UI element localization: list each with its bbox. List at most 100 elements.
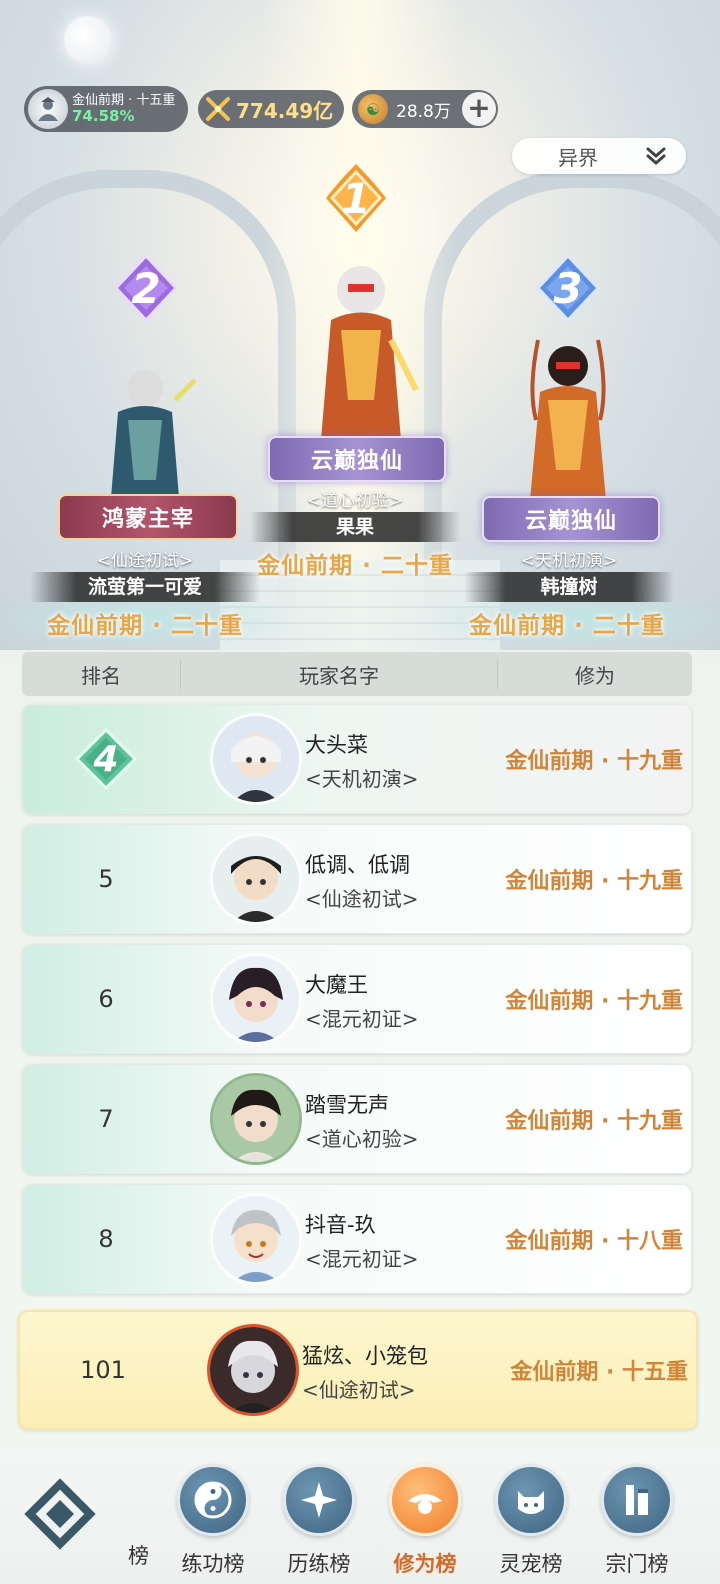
player-title: <天机初演> [305, 767, 419, 791]
rank-2-title-plate-text: 鸿蒙主宰 [101, 507, 194, 532]
rank-1-number: 1 [341, 173, 371, 223]
server-dropdown-value: 异界 [558, 145, 598, 170]
rank-2-level: 金仙前期 · 二十重 [47, 613, 243, 639]
rank-2-player-name[interactable]: 流萤第一可爱 [30, 572, 260, 602]
rank-1-level: 金仙前期 · 二十重 [257, 553, 453, 579]
rank-1-badge: 1 [320, 162, 392, 234]
rank-3-player-name[interactable]: 韩撞树 [464, 572, 674, 602]
rank-1-title-plate: 云巅独仙 [268, 436, 446, 482]
ranking-table-header: 排名 玩家名字 修为 [22, 652, 692, 696]
player-level: 金仙前期 · 十九重 [505, 749, 683, 774]
nav-icon-bg [283, 1464, 355, 1536]
currency-display: ☯ 28.8万 + [352, 90, 498, 128]
sect-banner-icon [626, 1485, 648, 1515]
pet-cat-icon [518, 1491, 544, 1514]
sage-hat-icon [408, 1494, 442, 1514]
player-level: 金仙前期 · 十五重 [510, 1360, 688, 1385]
tab-lianggong[interactable]: 练功榜 [163, 1460, 263, 1584]
tab-zongmen[interactable]: 宗门榜 [587, 1460, 687, 1584]
rank-2-title-tag: <仙途初试> [96, 551, 194, 571]
table-row[interactable]: 4 大头菜 <天机初演> 金仙前期 · 十九重 [22, 704, 692, 814]
rank-cell: 4 [23, 705, 189, 813]
rank-2-number: 2 [131, 263, 161, 313]
rank-2-character[interactable] [90, 360, 200, 510]
rank-1-character[interactable] [296, 250, 426, 440]
avatar[interactable] [213, 716, 299, 802]
rank-3-title-tag: <天机初演> [520, 551, 618, 571]
nav-label: 灵宠榜 [499, 1552, 563, 1576]
realm-progress: 74.58% [72, 106, 135, 125]
tab-xiuwei[interactable]: 修为榜 [375, 1460, 475, 1584]
rank-4-badge: 4 [74, 727, 138, 791]
rank-2-title-plate: 鸿蒙主宰 [58, 494, 238, 540]
avatar[interactable] [213, 836, 299, 922]
rank-cell: 101 [80, 1356, 126, 1384]
rank-3-level: 金仙前期 · 二十重 [469, 613, 665, 639]
spirit-coin-icon: ☯ [358, 94, 388, 124]
add-currency-button[interactable]: + [462, 92, 496, 126]
power-value: 774.49亿 [236, 98, 334, 123]
rank-column-header: 排名 [22, 659, 181, 689]
server-dropdown[interactable]: 异界 [512, 138, 686, 174]
avatar[interactable] [213, 1196, 299, 1282]
nav-partial-label[interactable]: 榜 [128, 1540, 149, 1570]
tab-lilian[interactable]: 历练榜 [269, 1460, 369, 1584]
power-display: 774.49亿 [198, 90, 344, 128]
currency-value: 28.8万 [396, 101, 451, 122]
lattice-home-icon [24, 1478, 96, 1550]
yin-yang-icon [194, 1481, 232, 1519]
rank-cell: 5 [98, 865, 114, 893]
player-level: 金仙前期 · 十九重 [505, 869, 683, 894]
compass-star-icon [301, 1482, 337, 1518]
player-title: <仙途初试> [302, 1378, 416, 1402]
rank-3-title-plate: 云巅独仙 [482, 496, 660, 542]
player-level: 金仙前期 · 十九重 [505, 989, 683, 1014]
realm-name: 金仙前期 · 十五重 [72, 92, 176, 108]
table-row[interactable]: 5 低调、低调 <仙途初试> 金仙前期 · 十九重 [22, 824, 692, 934]
rank-3-character[interactable] [508, 330, 628, 500]
rank-1-player-name[interactable]: 果果 [250, 512, 460, 542]
player-level: 金仙前期 · 十九重 [505, 1109, 683, 1134]
nav-label: 练功榜 [181, 1552, 245, 1576]
rank-1-title-plate-text: 云巅独仙 [310, 449, 403, 474]
player-title: <混元初证> [305, 1247, 419, 1271]
player-name: 踏雪无声 [305, 1093, 389, 1117]
double-chevron-down-icon [646, 147, 666, 165]
rank-cell: 6 [98, 985, 114, 1013]
player-name: 低调、低调 [305, 853, 410, 877]
level-column-header: 修为 [575, 663, 615, 688]
table-row[interactable]: 6 大魔王 <混元初证> 金仙前期 · 十九重 [22, 944, 692, 1054]
rank-3-badge: 3 [532, 252, 604, 324]
player-name: 大魔王 [305, 973, 368, 997]
realm-status[interactable]: 金仙前期 · 十五重 74.58% [24, 86, 188, 132]
avatar[interactable] [210, 1327, 296, 1413]
tab-lingchong[interactable]: 灵宠榜 [481, 1460, 581, 1584]
player-level: 金仙前期 · 十八重 [505, 1229, 683, 1254]
avatar[interactable] [213, 956, 299, 1042]
crossed-swords-icon [206, 97, 230, 121]
home-button[interactable] [24, 1478, 96, 1550]
my-rank-row[interactable]: 101 猛炫、小笼包 <仙途初试> 金仙前期 · 十五重 [18, 1310, 698, 1430]
avatar[interactable] [213, 1076, 299, 1162]
table-row[interactable]: 7 踏雪无声 <道心初验> 金仙前期 · 十九重 [22, 1064, 692, 1174]
table-row[interactable]: 8 抖音-玖 <混元初证> 金仙前期 · 十八重 [22, 1184, 692, 1294]
rank-1-title-tag: <道心初验> [306, 491, 404, 511]
rank-2-badge: 2 [110, 252, 182, 324]
rank-number: 4 [93, 738, 119, 780]
name-column-header: 玩家名字 [181, 659, 498, 689]
rank-3-title-plate-text: 云巅独仙 [524, 509, 617, 534]
player-title: <道心初验> [305, 1127, 419, 1151]
nav-label: 宗门榜 [605, 1552, 669, 1576]
nav-icon-bg [177, 1464, 249, 1536]
player-name: 抖音-玖 [305, 1213, 376, 1237]
moon-orb [64, 16, 112, 64]
bottom-nav: 榜 练功榜 历练榜 修为榜 灵宠榜 宗门榜 [0, 1448, 720, 1584]
nav-label: 修为榜 [393, 1552, 457, 1576]
nav-icon-bg [389, 1464, 461, 1536]
rank-cell: 8 [98, 1225, 114, 1253]
player-name: 大头菜 [305, 733, 368, 757]
rank-cell: 7 [98, 1105, 114, 1133]
nav-icon-bg [601, 1464, 673, 1536]
player-title: <混元初证> [305, 1007, 419, 1031]
sage-avatar-icon [28, 89, 68, 129]
